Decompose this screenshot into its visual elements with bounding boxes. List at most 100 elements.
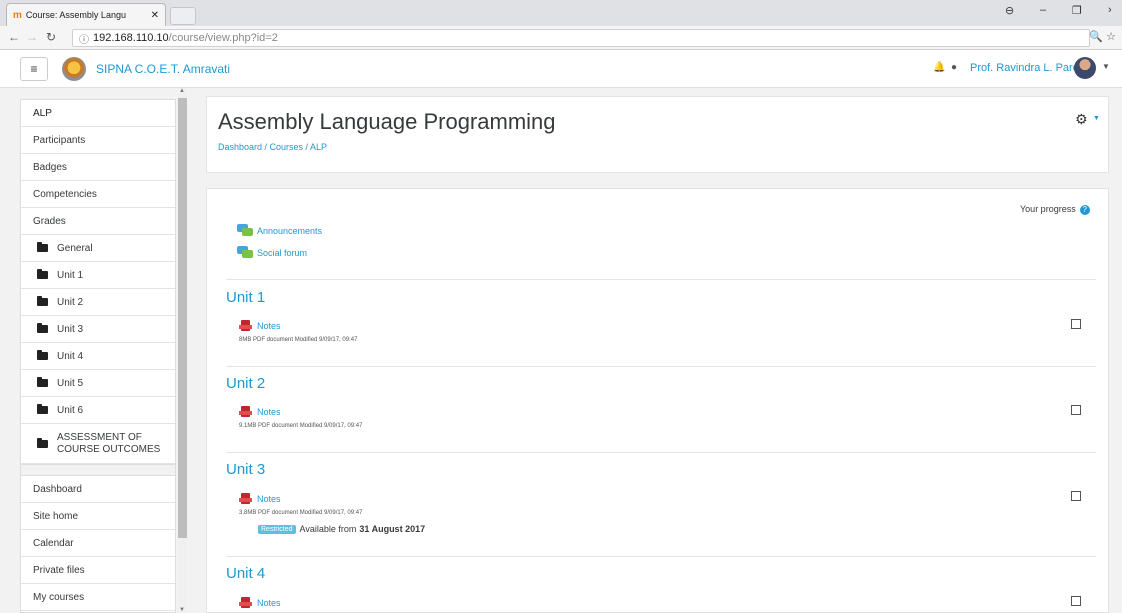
completion-checkbox[interactable] — [1071, 405, 1081, 415]
url-host: 192.168.110.10 — [93, 32, 169, 44]
sidebar-item-label: General — [57, 242, 93, 254]
section-title-unit-1[interactable]: Unit 1 — [226, 289, 265, 306]
forum-announcements[interactable]: Announcements — [237, 224, 322, 237]
maximize-button[interactable]: ❐ — [1072, 4, 1082, 17]
resource-link[interactable]: Notes — [257, 407, 281, 417]
url-input[interactable]: ⓘ 192.168.110.10 /course/view.php?id=2 — [72, 29, 1090, 47]
nav-drawer: ALP Participants Badges Competencies Gra… — [20, 99, 176, 613]
sidebar-item-site-home[interactable]: Site home — [21, 503, 175, 530]
completion-checkbox[interactable] — [1071, 491, 1081, 501]
forward-arrow-icon[interactable]: → — [26, 30, 38, 44]
avatar[interactable] — [1074, 57, 1096, 79]
site-name[interactable]: SIPNA C.O.E.T. Amravati — [96, 62, 230, 76]
sidebar-item-label: Dashboard — [33, 483, 82, 495]
sidebar-item-label: Competencies — [33, 188, 97, 200]
resource-link[interactable]: Notes — [257, 598, 281, 608]
forum-icon — [237, 224, 253, 237]
breadcrumb[interactable]: Dashboard / Courses / ALP — [218, 142, 327, 152]
site-logo[interactable] — [62, 57, 86, 81]
zoom-star-icons[interactable]: 🔍 ☆ — [1089, 30, 1116, 43]
more-chevron-icon[interactable]: › — [1108, 4, 1112, 16]
back-arrow-icon[interactable]: ← — [8, 30, 20, 44]
resource-notes[interactable]: Notes — [239, 406, 281, 418]
sidebar-item-dashboard[interactable]: Dashboard — [21, 476, 175, 503]
scroll-up-icon[interactable]: ▲ — [179, 88, 185, 94]
section-divider — [226, 366, 1096, 367]
sidebar-item-competencies[interactable]: Competencies — [21, 181, 175, 208]
sidebar-item-label: Participants — [33, 134, 86, 146]
sidebar-item-label: Badges — [33, 161, 67, 173]
forum-social[interactable]: Social forum — [237, 246, 307, 259]
sidebar-item-grades[interactable]: Grades — [21, 208, 175, 235]
forum-icon — [237, 246, 253, 259]
folder-icon — [37, 437, 48, 448]
pdf-icon — [239, 320, 253, 332]
account-icon[interactable]: ⊖ — [1005, 4, 1014, 17]
sidebar-item-badges[interactable]: Badges — [21, 154, 175, 181]
sidebar-item-alp[interactable]: ALP — [21, 100, 175, 127]
completion-checkbox[interactable] — [1071, 596, 1081, 606]
section-title-unit-4[interactable]: Unit 4 — [226, 565, 265, 582]
sidebar-item-label: Grades — [33, 215, 66, 227]
sidebar-item-label: Unit 1 — [57, 269, 84, 281]
sidebar-item-label: My courses — [33, 591, 85, 603]
resource-meta: 3.8MB PDF document Modified 9/09/17, 09:… — [239, 510, 363, 516]
pdf-icon — [239, 406, 253, 418]
caret-down-icon[interactable]: ▼ — [1102, 62, 1110, 71]
sidebar-item-label: Unit 6 — [57, 404, 84, 416]
sidebar-item-unit-5[interactable]: Unit 5 — [21, 370, 175, 397]
chat-bubble-icon[interactable]: ● — [951, 62, 957, 73]
sidebar-item-calendar[interactable]: Calendar — [21, 530, 175, 557]
folder-icon — [37, 269, 48, 279]
restricted-badge: Restricted — [258, 524, 296, 534]
help-icon[interactable]: ? — [1079, 204, 1090, 215]
folder-icon — [37, 323, 48, 333]
section-title-unit-3[interactable]: Unit 3 — [226, 461, 265, 478]
new-tab-button[interactable] — [170, 7, 196, 25]
sidebar-item-unit-3[interactable]: Unit 3 — [21, 316, 175, 343]
sidebar-item-participants[interactable]: Participants — [21, 127, 175, 154]
resource-notes[interactable]: Notes — [239, 493, 281, 505]
section-divider — [226, 452, 1096, 453]
resource-meta: 8MB PDF document Modified 9/09/17, 09:47 — [239, 337, 358, 343]
scrollbar-thumb[interactable] — [178, 98, 187, 538]
info-icon[interactable]: ⓘ — [79, 31, 89, 46]
gear-icon[interactable]: ⚙ — [1075, 111, 1088, 128]
resource-link[interactable]: Notes — [257, 494, 281, 504]
resource-notes[interactable]: Notes — [239, 320, 281, 332]
section-title-unit-2[interactable]: Unit 2 — [226, 375, 265, 392]
close-tab-icon[interactable]: ✕ — [151, 10, 159, 21]
folder-icon — [37, 350, 48, 360]
sidebar-item-unit-2[interactable]: Unit 2 — [21, 289, 175, 316]
sidebar-item-my-courses[interactable]: My courses — [21, 584, 175, 611]
sidebar-item-assessment[interactable]: ASSESSMENT OF COURSE OUTCOMES — [21, 424, 175, 464]
sidebar-item-general[interactable]: General — [21, 235, 175, 262]
folder-icon — [37, 377, 48, 387]
browser-tab[interactable]: m Course: Assembly Langu ✕ — [6, 3, 166, 26]
sidebar-item-label: Private files — [33, 564, 85, 576]
resource-notes[interactable]: Notes — [239, 597, 281, 609]
caret-down-icon[interactable]: ▼ — [1093, 115, 1100, 122]
completion-checkbox[interactable] — [1071, 319, 1081, 329]
restriction-info: Restricted Available from 31 August 2017 — [258, 524, 425, 534]
section-divider — [226, 279, 1096, 280]
reload-icon[interactable]: ↻ — [46, 30, 56, 44]
course-content: Your progress? Announcements Social foru… — [206, 188, 1109, 613]
minimize-button[interactable]: – — [1040, 4, 1046, 16]
forum-link[interactable]: Announcements — [257, 226, 322, 236]
resource-link[interactable]: Notes — [257, 321, 281, 331]
progress-text: Your progress — [1020, 204, 1076, 214]
sidebar-item-unit-4[interactable]: Unit 4 — [21, 343, 175, 370]
sidebar-item-private-files[interactable]: Private files — [21, 557, 175, 584]
restriction-date: 31 August 2017 — [359, 524, 426, 534]
tab-title: Course: Assembly Langu — [25, 10, 126, 20]
bell-icon[interactable]: 🔔 — [933, 62, 945, 73]
scroll-down-icon[interactable]: ▼ — [179, 607, 185, 613]
hamburger-menu-icon[interactable]: ≡ — [20, 57, 48, 81]
sidebar-item-unit-6[interactable]: Unit 6 — [21, 397, 175, 424]
sidebar-item-label: Unit 5 — [57, 377, 84, 389]
user-name[interactable]: Prof. Ravindra L. Pardhi — [970, 62, 1087, 74]
sidebar-scrollbar[interactable]: ▲ ▼ — [178, 88, 187, 613]
forum-link[interactable]: Social forum — [257, 248, 307, 258]
sidebar-item-unit-1[interactable]: Unit 1 — [21, 262, 175, 289]
